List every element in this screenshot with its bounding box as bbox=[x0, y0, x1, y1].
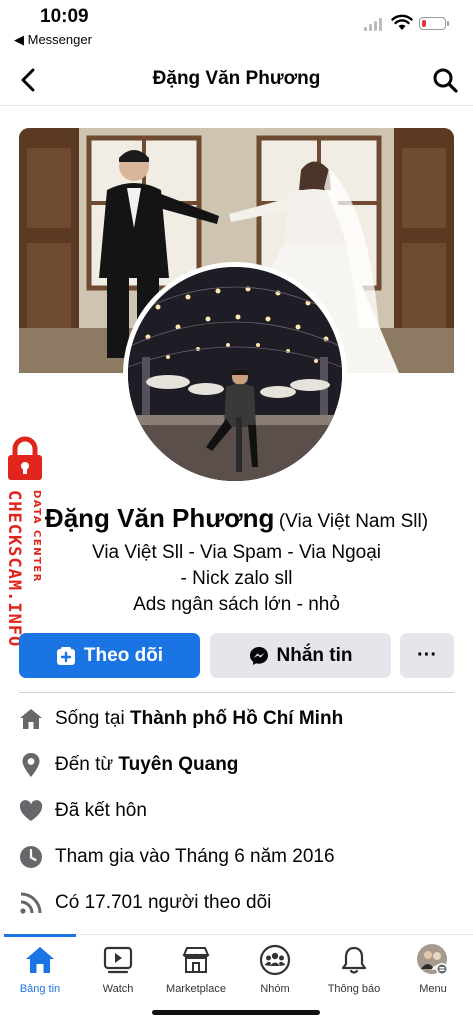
home-indicator bbox=[152, 1010, 320, 1015]
detail-from[interactable]: Đến từ Tuyên Quang bbox=[0, 742, 473, 788]
more-icon: ··· bbox=[417, 644, 437, 666]
location-pin-icon bbox=[18, 752, 44, 778]
detail-value: Tuyên Quang bbox=[118, 754, 239, 775]
message-label: Nhắn tin bbox=[276, 644, 353, 666]
messenger-icon bbox=[249, 646, 269, 666]
tab-menu[interactable]: Menu bbox=[394, 943, 472, 995]
wifi-icon bbox=[391, 14, 413, 30]
bio-line: - Nick zalo sll bbox=[180, 568, 293, 589]
back-to-app-link[interactable]: ◀ Messenger bbox=[14, 32, 92, 48]
status-time: 10:09 bbox=[40, 6, 89, 27]
home-icon bbox=[18, 706, 44, 732]
tab-marketplace[interactable]: Marketplace bbox=[157, 943, 235, 995]
tab-groups[interactable]: Nhóm bbox=[236, 943, 314, 995]
profile-avatar[interactable] bbox=[123, 262, 347, 486]
profile-name: Đặng Văn Phương bbox=[44, 503, 275, 533]
detail-prefix: Đã kết hôn bbox=[55, 800, 147, 821]
detail-lives-in[interactable]: Sống tại Thành phố Hồ Chí Minh bbox=[0, 696, 473, 742]
lock-icon bbox=[8, 436, 42, 480]
page-title: Đặng Văn Phương bbox=[152, 68, 321, 89]
tab-notifications[interactable]: Thông báo bbox=[315, 943, 393, 995]
shop-icon bbox=[157, 943, 235, 977]
home-icon bbox=[1, 943, 79, 977]
more-options-button[interactable]: ··· bbox=[400, 633, 454, 678]
follow-plus-icon bbox=[56, 646, 76, 666]
detail-followers[interactable]: Có 17.701 người theo dõi bbox=[0, 880, 473, 926]
tab-label: Thông báo bbox=[327, 983, 381, 995]
groups-icon bbox=[236, 943, 314, 977]
heart-icon bbox=[18, 798, 44, 824]
follow-label: Theo dõi bbox=[83, 644, 164, 666]
bell-icon bbox=[315, 943, 393, 977]
profile-alt-name: (Via Việt Nam Sll) bbox=[278, 511, 429, 532]
video-icon bbox=[79, 943, 157, 977]
detail-prefix: Có 17.701 người theo dõi bbox=[55, 892, 272, 913]
tab-label: Marketplace bbox=[166, 983, 226, 995]
follow-button[interactable]: Theo dõi bbox=[19, 633, 200, 678]
detail-prefix: Sống tại bbox=[55, 708, 130, 729]
detail-prefix: Đến từ bbox=[55, 754, 119, 775]
profile-bio: Via Việt Sll - Via Spam - Via Ngoại - Ni… bbox=[0, 540, 473, 618]
bottom-tab-bar: Bảng tin Watch Marketplace Nhóm Thông bá… bbox=[0, 934, 473, 1024]
profile-menu-icon bbox=[394, 943, 472, 977]
detail-value: Thành phố Hồ Chí Minh bbox=[130, 708, 344, 729]
detail-joined: Tham gia vào Tháng 6 năm 2016 bbox=[0, 834, 473, 880]
divider bbox=[19, 692, 454, 693]
detail-relationship: Đã kết hôn bbox=[0, 788, 473, 834]
clock-icon bbox=[18, 844, 44, 870]
tab-label: Bảng tin bbox=[19, 983, 61, 995]
profile-name-row: Đặng Văn Phương (Via Việt Nam Sll) bbox=[0, 503, 473, 534]
tab-label: Watch bbox=[102, 983, 134, 995]
status-bar: 10:09 ◀ Messenger bbox=[0, 0, 473, 50]
bio-line: Ads ngân sách lớn - nhỏ bbox=[133, 594, 340, 615]
battery-level-fill bbox=[422, 20, 426, 27]
cellular-signal-icon bbox=[364, 18, 382, 31]
search-icon[interactable] bbox=[431, 66, 459, 94]
message-button[interactable]: Nhắn tin bbox=[210, 633, 391, 678]
tab-label: Menu bbox=[419, 983, 447, 995]
bio-line: Via Việt Sll - Via Spam - Via Ngoại bbox=[91, 542, 382, 563]
tab-label: Nhóm bbox=[260, 983, 290, 995]
detail-prefix: Tham gia vào Tháng 6 năm 2016 bbox=[55, 846, 335, 867]
rss-icon bbox=[18, 890, 44, 916]
active-tab-indicator bbox=[4, 934, 76, 937]
profile-header: Đặng Văn Phương bbox=[0, 56, 473, 106]
battery-icon bbox=[419, 17, 449, 30]
tab-feed[interactable]: Bảng tin bbox=[1, 943, 79, 995]
tab-watch[interactable]: Watch bbox=[79, 943, 157, 995]
